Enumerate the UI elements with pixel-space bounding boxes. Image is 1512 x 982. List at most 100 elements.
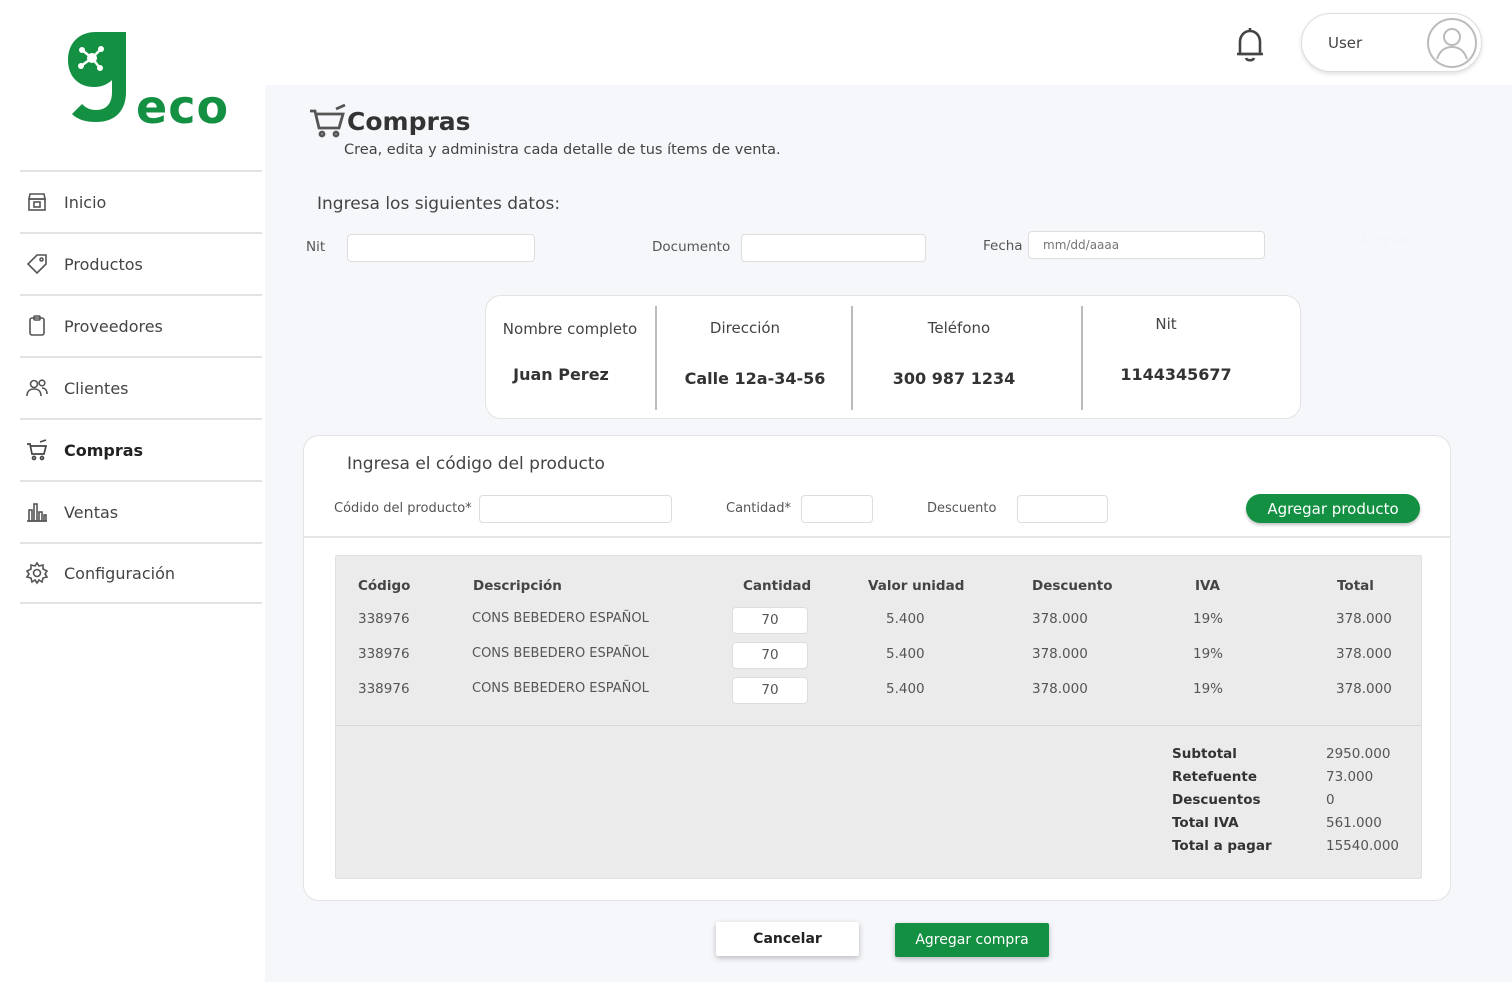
descuentos-value: 0 xyxy=(1326,792,1335,808)
client-address-value: Calle 12a-34-56 xyxy=(684,369,826,388)
client-nit-header: Nit xyxy=(1155,315,1177,333)
card-divider xyxy=(304,536,1450,538)
logo-text: eco xyxy=(136,80,230,134)
client-phone-header: Teléfono xyxy=(927,319,991,337)
descuentos-label: Descuentos xyxy=(1172,792,1261,808)
client-nit-value: 1144345677 xyxy=(1120,365,1232,384)
subtotal-label: Subtotal xyxy=(1172,746,1237,762)
sidebar: eco Inicio Productos Proveedores Cliente… xyxy=(0,0,265,982)
sidebar-item-compras[interactable]: Compras xyxy=(20,418,262,480)
table-cell-codigo: 338976 xyxy=(358,611,410,627)
sidebar-nav: Inicio Productos Proveedores Clientes Co… xyxy=(20,170,262,604)
table-cell-descripcion: CONS BEBEDERO ESPAÑOL xyxy=(472,611,649,626)
documento-input[interactable] xyxy=(741,234,926,262)
column-header-codigo: Código xyxy=(358,578,411,594)
total-iva-label: Total IVA xyxy=(1172,815,1239,831)
table-cell-descuento: 378.000 xyxy=(1032,681,1088,697)
client-address-header: Dirección xyxy=(709,319,781,337)
sidebar-item-label: Proveedores xyxy=(64,316,163,336)
sidebar-item-ventas[interactable]: Ventas xyxy=(20,480,262,542)
geco-logo[interactable]: eco xyxy=(66,30,228,134)
column-divider xyxy=(851,306,853,410)
table-cell-iva: 19% xyxy=(1193,681,1224,697)
sidebar-item-label: Inicio xyxy=(64,192,107,212)
column-divider xyxy=(655,306,657,410)
total-iva-value: 561.000 xyxy=(1326,815,1382,831)
product-code-input[interactable] xyxy=(479,495,672,523)
quantity-label: Cantidad* xyxy=(726,501,791,516)
sidebar-item-clientes[interactable]: Clientes xyxy=(20,356,262,418)
nit-input[interactable] xyxy=(347,234,535,262)
subtotal-value: 2950.000 xyxy=(1326,746,1391,762)
cart-icon xyxy=(24,437,50,463)
form-section-label: Ingresa los siguientes datos: xyxy=(317,194,561,214)
table-cell-valor-unidad: 5.400 xyxy=(886,681,925,697)
table-cell-descripcion: CONS BEBEDERO ESPAÑOL xyxy=(472,681,649,696)
user-menu[interactable]: User xyxy=(1301,13,1482,72)
quantity-input[interactable] xyxy=(801,495,873,523)
row-quantity-input[interactable]: 70 xyxy=(732,642,808,669)
bell-icon[interactable] xyxy=(1232,24,1268,64)
column-header-total: Total xyxy=(1337,578,1374,594)
column-divider xyxy=(1081,306,1083,410)
sidebar-item-label: Ventas xyxy=(64,502,119,522)
table-cell-codigo: 338976 xyxy=(358,681,410,697)
tag-icon xyxy=(24,251,50,277)
product-code-label: Códido del producto* xyxy=(334,501,472,516)
main-content: Compras Crea, edita y administra cada de… xyxy=(265,85,1512,982)
total-a-pagar-label: Total a pagar xyxy=(1172,838,1272,854)
table-cell-iva: 19% xyxy=(1193,611,1224,627)
client-address-col: Dirección Calle 12a-34-56 xyxy=(661,296,829,420)
accept-button[interactable]: Aceptar xyxy=(1360,233,1410,248)
table-cell-descuento: 378.000 xyxy=(1032,646,1088,662)
users-icon xyxy=(24,375,50,401)
client-nit-col: Nit 1144345677 xyxy=(1086,296,1246,420)
store-icon xyxy=(24,189,50,215)
bar-chart-icon xyxy=(24,499,50,525)
client-name-col: Nombre completo Juan Perez xyxy=(494,296,646,420)
nit-label: Nit xyxy=(306,239,326,255)
table-cell-descuento: 378.000 xyxy=(1032,611,1088,627)
sidebar-item-proveedores[interactable]: Proveedores xyxy=(20,294,262,356)
logo-mark-icon xyxy=(68,32,126,122)
retefuente-value: 73.000 xyxy=(1326,769,1374,785)
retefuente-label: Retefuente xyxy=(1172,769,1258,785)
discount-input[interactable] xyxy=(1017,495,1108,523)
table-cell-codigo: 338976 xyxy=(358,646,410,662)
discount-label: Descuento xyxy=(927,501,997,516)
page-subtitle: Crea, edita y administra cada detalle de… xyxy=(344,142,781,158)
column-header-iva: IVA xyxy=(1195,578,1221,594)
user-avatar-icon xyxy=(1426,17,1478,69)
cancel-button[interactable]: Cancelar xyxy=(716,922,859,956)
column-header-descripcion: Descripción xyxy=(473,578,562,594)
sidebar-item-label: Configuración xyxy=(64,563,176,583)
product-section-label: Ingresa el código del producto xyxy=(347,454,605,474)
add-purchase-button[interactable]: Agregar compra xyxy=(895,923,1049,957)
row-quantity-input[interactable]: 70 xyxy=(732,607,808,634)
sidebar-item-label: Productos xyxy=(64,254,143,274)
client-name-header: Nombre completo xyxy=(502,320,638,338)
cart-icon xyxy=(309,103,347,139)
fecha-input[interactable] xyxy=(1028,231,1265,259)
sidebar-item-productos[interactable]: Productos xyxy=(20,232,262,294)
sidebar-item-configuracion[interactable]: Configuración xyxy=(20,542,262,604)
products-table: Código Descripción Cantidad Valor unidad… xyxy=(335,555,1422,879)
column-header-descuento: Descuento xyxy=(1032,578,1113,594)
sidebar-item-label: Clientes xyxy=(64,378,129,398)
product-card: Ingresa el código del producto Códido de… xyxy=(303,435,1451,901)
column-header-cantidad: Cantidad xyxy=(743,578,812,594)
table-cell-valor-unidad: 5.400 xyxy=(886,646,925,662)
table-cell-total: 378.000 xyxy=(1336,681,1392,697)
sidebar-item-inicio[interactable]: Inicio xyxy=(20,170,262,232)
user-name: User xyxy=(1328,34,1363,52)
table-cell-total: 378.000 xyxy=(1336,646,1392,662)
table-cell-descripcion: CONS BEBEDERO ESPAÑOL xyxy=(472,646,649,661)
row-quantity-input[interactable]: 70 xyxy=(732,677,808,704)
table-cell-valor-unidad: 5.400 xyxy=(886,611,925,627)
client-phone-value: 300 987 1234 xyxy=(892,369,1016,388)
gear-icon xyxy=(24,560,50,586)
column-header-valor-unidad: Valor unidad xyxy=(868,578,965,594)
table-divider xyxy=(336,725,1421,726)
add-product-button[interactable]: Agregar producto xyxy=(1246,494,1420,523)
page-header: Compras xyxy=(309,103,471,139)
